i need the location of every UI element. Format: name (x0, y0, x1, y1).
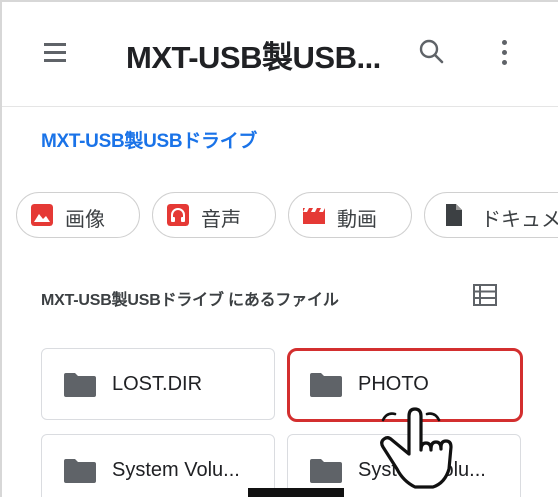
folder-photo[interactable]: PHOTO (287, 348, 523, 422)
breadcrumb[interactable]: MXT-USB製USBドライブ (41, 126, 257, 153)
chip-label: 画像 (65, 209, 105, 231)
folder-lost-dir[interactable]: LOST.DIR (41, 348, 275, 420)
movie-icon (303, 208, 325, 224)
chip-video[interactable]: 動画 (288, 192, 412, 238)
chip-label: 動画 (337, 209, 377, 231)
folder-icon (64, 373, 96, 397)
appbar-divider (2, 106, 558, 107)
folder-icon (310, 373, 342, 397)
folder-icon (310, 459, 342, 483)
folder-system-volume-1[interactable]: System Volu... (41, 434, 275, 497)
chip-label: 音声 (201, 209, 241, 231)
file-manager-screen: MXT-USB製USB... MXT-USB製USBドライブ 画像 音声 動画 … (0, 0, 558, 497)
list-view-icon[interactable] (472, 283, 498, 307)
app-title: MXT-USB製USB... (126, 40, 381, 75)
image-icon (31, 204, 53, 226)
folder-name: System Volu... (112, 459, 240, 481)
more-vert-icon[interactable] (490, 34, 520, 70)
section-title: MXT-USB製USBドライブ にあるファイル (41, 292, 339, 309)
document-icon (446, 204, 462, 226)
hamburger-menu-icon[interactable] (38, 36, 78, 68)
folder-name: System Volu... (358, 459, 486, 481)
chip-label: ドキュメ (481, 209, 558, 231)
chip-documents[interactable]: ドキュメ (424, 192, 558, 238)
search-icon[interactable] (414, 34, 450, 70)
system-nav-bar (248, 488, 344, 497)
chip-audio[interactable]: 音声 (152, 192, 276, 238)
folder-name: LOST.DIR (112, 373, 203, 395)
headphones-icon (167, 204, 189, 226)
folder-name: PHOTO (358, 373, 429, 395)
folder-icon (64, 459, 96, 483)
top-app-bar: MXT-USB製USB... (2, 2, 558, 106)
chip-images[interactable]: 画像 (16, 192, 140, 238)
